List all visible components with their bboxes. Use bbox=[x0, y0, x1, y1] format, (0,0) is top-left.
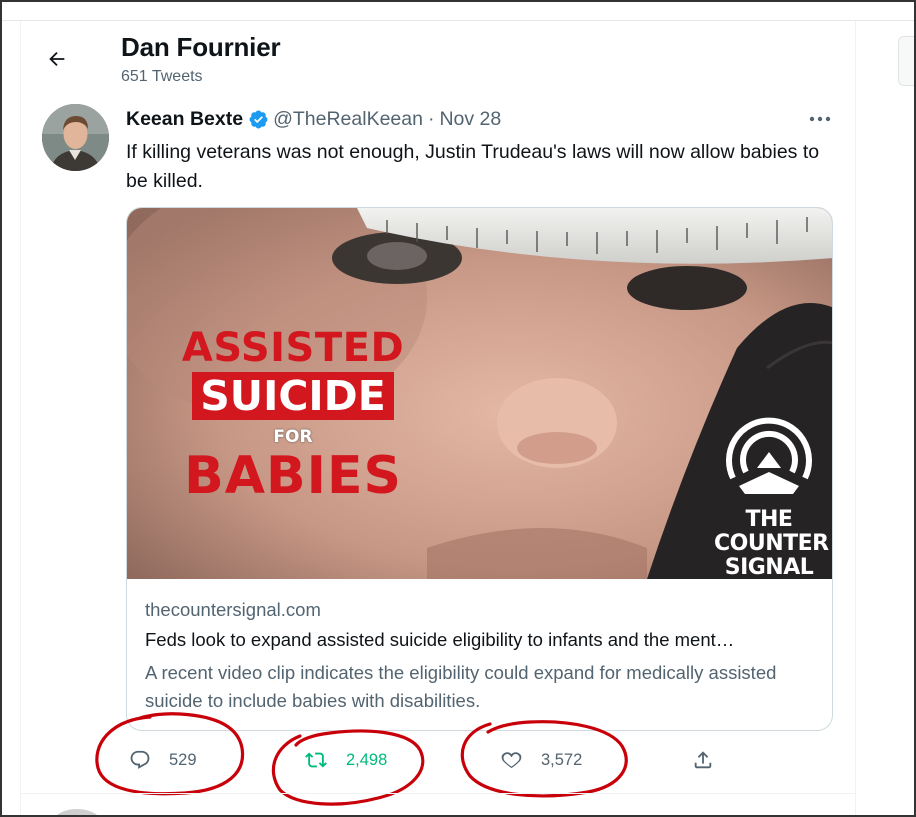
logo-line1: THE bbox=[745, 507, 793, 532]
card-title: Feds look to expand assisted suicide eli… bbox=[145, 629, 735, 650]
more-options-icon bbox=[809, 116, 831, 122]
image-headline-line1: ASSISTED bbox=[181, 325, 405, 371]
image-headline: ASSISTED SUICIDE FOR BABIES bbox=[179, 326, 407, 504]
timeline-left-border bbox=[20, 21, 21, 817]
tweet-count: 651 Tweets bbox=[121, 68, 203, 85]
retweet-count: 2,498 bbox=[346, 750, 388, 769]
window-top-edge bbox=[0, 20, 916, 21]
reply-button[interactable]: 529 bbox=[129, 749, 197, 771]
tweet-author-line: Keean Bexte @TheRealKeean · Nov 28 bbox=[126, 108, 501, 131]
tweet-text: If killing veterans was not enough, Just… bbox=[126, 141, 820, 192]
like-button[interactable]: 3,572 bbox=[500, 749, 582, 771]
card-domain: thecountersignal.com bbox=[145, 599, 321, 620]
back-arrow-icon bbox=[49, 51, 65, 67]
retweet-icon bbox=[304, 749, 328, 771]
share-icon bbox=[692, 749, 714, 771]
publisher-logo: THE COUNTER SIGNAL bbox=[714, 414, 829, 579]
meta-separator: · bbox=[427, 108, 435, 130]
verified-badge-icon bbox=[248, 109, 269, 130]
tweet-actions: 529 2,498 3,572 bbox=[126, 745, 833, 781]
reply-icon bbox=[129, 749, 151, 771]
sidebar-edge bbox=[898, 36, 916, 86]
card-image[interactable]: ASSISTED SUICIDE FOR BABIES THE COUNTER … bbox=[127, 208, 832, 579]
timeline-right-border bbox=[855, 21, 856, 817]
author-avatar[interactable] bbox=[42, 104, 109, 171]
like-count: 3,572 bbox=[541, 750, 583, 769]
like-icon bbox=[500, 749, 523, 771]
author-handle[interactable]: @TheRealKeean bbox=[273, 108, 423, 131]
logo-line3: SIGNAL bbox=[724, 555, 814, 579]
profile-name: Dan Fournier bbox=[121, 32, 281, 62]
card-description: A recent video clip indicates the eligib… bbox=[145, 662, 777, 711]
image-headline-line3: FOR bbox=[273, 427, 313, 447]
more-options-button[interactable] bbox=[806, 108, 834, 130]
back-button[interactable] bbox=[40, 42, 74, 76]
signal-logo-icon bbox=[726, 417, 812, 494]
tweet-divider bbox=[21, 793, 855, 794]
image-headline-line2: SUICIDE bbox=[192, 372, 394, 420]
reply-count: 529 bbox=[169, 750, 197, 769]
next-tweet-avatar[interactable] bbox=[52, 809, 102, 817]
image-headline-line4: BABIES bbox=[184, 446, 402, 506]
logo-line2: COUNTER bbox=[714, 531, 829, 556]
author-name[interactable]: Keean Bexte bbox=[126, 108, 243, 131]
tweet-date[interactable]: Nov 28 bbox=[439, 108, 501, 131]
link-card[interactable]: ASSISTED SUICIDE FOR BABIES THE COUNTER … bbox=[126, 207, 833, 731]
share-button[interactable] bbox=[692, 749, 732, 771]
retweet-button[interactable]: 2,498 bbox=[304, 749, 387, 771]
